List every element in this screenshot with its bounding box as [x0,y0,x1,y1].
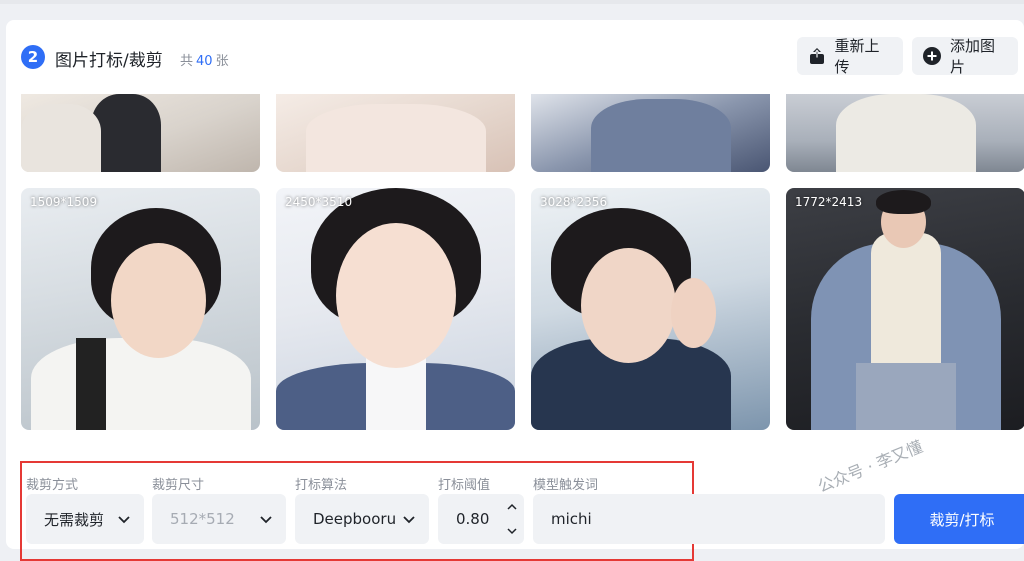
crop-size-select[interactable]: 512*512 [152,494,286,544]
trigger-word-input[interactable]: michi [533,494,885,544]
trigger-word-value: michi [551,510,592,528]
image-thumbnail[interactable] [21,94,260,172]
top-strip [0,0,1024,4]
crop-mode-value: 无需裁剪 [44,510,105,529]
reupload-label: 重新上传 [834,37,880,76]
chevron-up-icon[interactable] [504,499,520,515]
image-thumbnail[interactable] [531,94,770,172]
image-size: 1772*2413 [795,195,863,209]
tag-algo-value: Deepbooru [313,510,397,528]
count-prefix: 共 [180,54,194,69]
count-value: 40 [196,54,213,69]
image-thumbnail[interactable] [786,94,1024,172]
crop-size-label: 裁剪尺寸 [152,478,205,493]
image-size: 2450*3510 [285,195,353,209]
chevron-down-icon [258,511,274,527]
count-suffix: 张 [215,54,229,69]
upload-icon [807,46,827,66]
chevron-down-icon [116,511,132,527]
chevron-down-icon[interactable] [504,523,520,539]
step-badge: 2 [21,45,45,69]
tag-algo-label: 打标算法 [295,478,348,493]
crop-tag-button[interactable]: 裁剪/打标 [894,494,1024,544]
panel-header: 2 图片打标/裁剪 共 40 张 重新上传 添加图片 [6,20,1024,94]
crop-mode-select[interactable]: 无需裁剪 [26,494,144,544]
image-grid: 1509*1509 2450*3510 3028*2356 1772*2413 [21,94,1024,439]
chevron-down-icon [401,511,417,527]
threshold-stepper[interactable]: 0.80 [438,494,524,544]
trigger-word-label: 模型触发词 [533,478,599,493]
image-size: 3028*2356 [540,195,608,209]
tag-algo-select[interactable]: Deepbooru [295,494,429,544]
image-size: 1509*1509 [30,195,98,209]
plus-circle-icon [922,46,942,66]
threshold-value: 0.80 [456,510,490,528]
add-image-button[interactable]: 添加图片 [912,37,1018,76]
image-thumbnail[interactable]: 3028*2356 [531,188,770,430]
image-count: 共 40 张 [180,50,229,69]
image-thumbnail[interactable]: 2450*3510 [276,188,515,430]
image-thumbnail[interactable]: 1772*2413 [786,188,1024,430]
reupload-button[interactable]: 重新上传 [797,37,903,76]
threshold-label: 打标阈值 [438,478,491,493]
crop-mode-label: 裁剪方式 [26,478,79,493]
image-thumbnail[interactable] [276,94,515,172]
image-thumbnail[interactable]: 1509*1509 [21,188,260,430]
add-image-label: 添加图片 [950,37,996,76]
section-title: 图片打标/裁剪 [55,51,163,71]
crop-size-value: 512*512 [170,510,235,528]
